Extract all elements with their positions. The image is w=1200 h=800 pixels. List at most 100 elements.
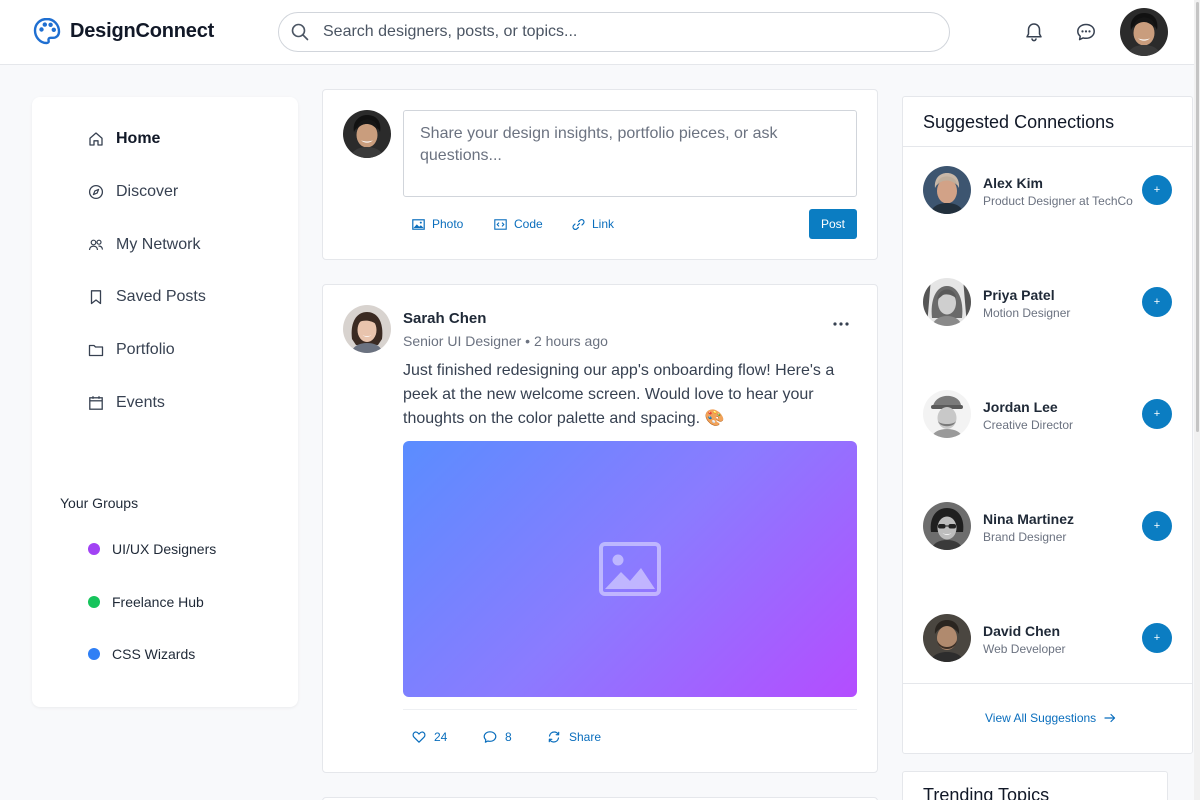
author-meta: Senior UI Designer • 2 hours ago: [403, 333, 608, 349]
post-image[interactable]: [403, 441, 857, 697]
chat-icon[interactable]: [1075, 21, 1097, 43]
share-button[interactable]: Share: [547, 730, 601, 744]
suggestions-footer-divider: [903, 683, 1192, 684]
comment-count: 8: [505, 730, 512, 744]
view-all-label: View All Suggestions: [985, 711, 1097, 725]
group-color-dot: [88, 648, 100, 660]
suggestion-avatar[interactable]: [923, 166, 971, 214]
suggestion-avatar[interactable]: [923, 502, 971, 550]
suggestion-avatar[interactable]: [923, 614, 971, 662]
home-icon: [89, 132, 103, 146]
trending-topics-card: Trending Topics: [902, 771, 1168, 800]
nav-item-portfolio[interactable]: Portfolio: [88, 341, 175, 359]
suggestions-divider: [903, 146, 1192, 147]
palette-icon: [33, 17, 61, 45]
arrow-right-icon: [1104, 713, 1116, 723]
user-avatar[interactable]: [1120, 8, 1168, 56]
nav-label-saved-posts: Saved Posts: [116, 288, 206, 305]
group-color-dot: [88, 543, 100, 555]
suggestion-role: Motion Designer: [983, 306, 1071, 320]
comment-icon: [483, 731, 497, 743]
suggestion-name[interactable]: Priya Patel: [983, 287, 1055, 303]
view-all-suggestions-link[interactable]: View All Suggestions: [985, 711, 1116, 725]
suggestion-row: Alex Kim Product Designer at TechCo +: [923, 166, 1173, 216]
group-item-freelance-hub[interactable]: Freelance Hub: [88, 594, 204, 610]
heart-icon: [412, 731, 426, 743]
suggested-connections-card: Suggested Connections Alex Kim Product D…: [902, 96, 1193, 754]
add-photo-label: Photo: [432, 217, 464, 231]
nav-label-discover: Discover: [116, 183, 179, 200]
brand[interactable]: DesignConnect: [32, 16, 214, 46]
nav-label-home: Home: [116, 130, 161, 147]
composer-input[interactable]: [403, 110, 857, 197]
post-composer: Photo Code Link Post: [322, 89, 878, 260]
suggestion-avatar[interactable]: [923, 278, 971, 326]
feed-post: Sarah Chen Senior UI Designer • 2 hours …: [322, 284, 878, 773]
trending-title: Trending Topics: [923, 785, 1050, 800]
suggestion-row: Priya Patel Motion Designer +: [923, 278, 1173, 328]
suggestions-title: Suggested Connections: [923, 112, 1115, 132]
group-color-dot: [88, 596, 100, 608]
suggestion-name[interactable]: David Chen: [983, 623, 1060, 639]
group-item-css-wizards[interactable]: CSS Wizards: [88, 646, 195, 662]
add-connection-button[interactable]: +: [1142, 623, 1172, 653]
left-sidebar: Home Discover My Network Saved Posts Por…: [32, 97, 298, 707]
suggestion-role: Brand Designer: [983, 530, 1067, 544]
suggestion-name[interactable]: Jordan Lee: [983, 399, 1058, 415]
groups-title: Your Groups: [60, 495, 139, 511]
suggestion-row: Jordan Lee Creative Director +: [923, 390, 1173, 440]
nav-item-home[interactable]: Home: [88, 130, 160, 148]
users-icon: [88, 239, 104, 251]
compass-icon: [88, 184, 104, 200]
nav-label-my-network: My Network: [116, 236, 201, 253]
bell-icon[interactable]: [1023, 21, 1045, 43]
nav-label-events: Events: [116, 394, 165, 411]
suggestion-role: Creative Director: [983, 418, 1074, 432]
add-code-label: Code: [514, 217, 543, 231]
add-code-button[interactable]: Code: [494, 217, 543, 231]
nav-item-events[interactable]: Events: [88, 394, 165, 412]
nav-item-my-network[interactable]: My Network: [88, 236, 200, 254]
post-divider: [403, 709, 857, 710]
nav-item-saved-posts[interactable]: Saved Posts: [88, 288, 206, 306]
suggestion-row: Nina Martinez Brand Designer +: [923, 502, 1173, 552]
suggestion-name[interactable]: Alex Kim: [983, 175, 1043, 191]
brand-name: DesignConnect: [70, 19, 215, 42]
share-icon: [548, 731, 560, 743]
suggestion-avatar[interactable]: [923, 390, 971, 438]
search-input[interactable]: [323, 23, 913, 41]
suggestion-row: David Chen Web Developer +: [923, 614, 1173, 664]
link-icon: [572, 218, 585, 230]
bookmark-icon: [90, 290, 102, 305]
group-label: Freelance Hub: [112, 594, 204, 610]
add-connection-button[interactable]: +: [1142, 175, 1172, 205]
top-header: DesignConnect: [0, 0, 1200, 65]
post-text: Just finished redesigning our app's onbo…: [403, 362, 835, 427]
add-connection-button[interactable]: +: [1142, 511, 1172, 541]
like-button[interactable]: 24: [412, 730, 447, 744]
like-count: 24: [434, 730, 448, 744]
add-connection-button[interactable]: +: [1142, 399, 1172, 429]
nav-item-discover[interactable]: Discover: [88, 183, 178, 201]
share-label: Share: [569, 730, 602, 744]
image-icon: [412, 218, 425, 230]
comment-button[interactable]: 8: [483, 730, 512, 744]
author-name[interactable]: Sarah Chen: [403, 310, 486, 327]
nav-label-portfolio: Portfolio: [116, 341, 175, 358]
add-photo-button[interactable]: Photo: [412, 217, 463, 231]
author-avatar[interactable]: [343, 305, 391, 353]
search-bar[interactable]: [278, 12, 950, 52]
add-connection-button[interactable]: +: [1142, 287, 1172, 317]
scrollbar-thumb[interactable]: [1196, 2, 1199, 432]
suggestion-role: Web Developer: [983, 642, 1066, 656]
composer-avatar: [343, 110, 391, 158]
suggestion-name[interactable]: Nina Martinez: [983, 511, 1074, 527]
post-button[interactable]: Post: [809, 209, 857, 239]
code-icon: [494, 218, 507, 230]
group-item-ui-ux[interactable]: UI/UX Designers: [88, 541, 216, 557]
add-link-label: Link: [592, 217, 615, 231]
search-icon: [291, 23, 309, 41]
more-options-icon[interactable]: [831, 319, 851, 329]
add-link-button[interactable]: Link: [572, 217, 614, 231]
folder-icon: [88, 344, 104, 357]
